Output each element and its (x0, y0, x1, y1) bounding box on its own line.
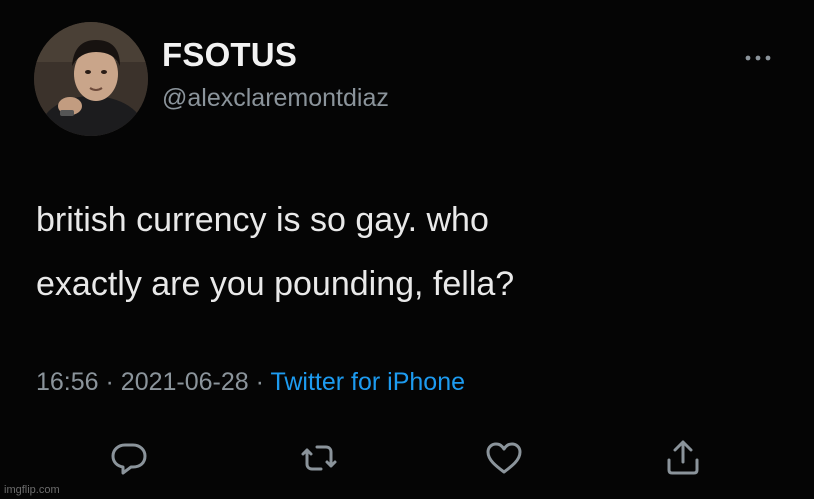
watermark: imgflip.com (4, 484, 60, 496)
tweet-card: FSOTUS @alexclaremontdiaz british curren… (0, 0, 814, 499)
avatar-photo (34, 22, 148, 136)
reply-icon (111, 443, 147, 475)
more-options-button[interactable] (738, 46, 778, 70)
share-button[interactable] (661, 436, 705, 480)
tweet-meta: 16:56 · 2021-06-28 · Twitter for iPhone (36, 368, 465, 397)
display-name[interactable]: FSOTUS (162, 36, 297, 74)
reply-button[interactable] (107, 436, 151, 480)
more-dots-icon (745, 55, 771, 61)
tweet-source-link[interactable]: Twitter for iPhone (270, 368, 465, 396)
like-button[interactable] (482, 436, 526, 480)
avatar[interactable] (34, 22, 148, 136)
retweet-button[interactable] (297, 436, 341, 480)
tweet-text-line: british currency is so gay. who (36, 201, 489, 239)
tweet-text: british currency is so gay. who exactly … (36, 188, 776, 316)
tweet-text-line: exactly are you pounding, fella? (36, 265, 515, 303)
action-bar (0, 436, 814, 480)
share-icon (667, 440, 699, 475)
tweet-date[interactable]: 2021-06-28 (121, 368, 249, 396)
meta-separator: · (105, 368, 114, 396)
heart-icon (486, 442, 522, 474)
tweet-time[interactable]: 16:56 (36, 368, 99, 396)
user-handle[interactable]: @alexclaremontdiaz (162, 84, 389, 113)
retweet-icon (301, 445, 337, 471)
meta-separator: · (255, 368, 264, 396)
